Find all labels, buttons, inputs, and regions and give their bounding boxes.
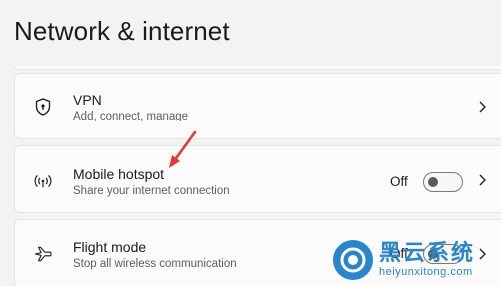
- previous-card-edge: [14, 66, 501, 70]
- shield-icon: [34, 98, 52, 116]
- flight-mode-subtitle: Stop all wireless communication: [73, 258, 237, 270]
- page-title: Network & internet: [14, 16, 230, 46]
- watermark-logo-icon: [333, 240, 373, 280]
- airplane-icon: [34, 245, 52, 263]
- mobile-hotspot-toggle[interactable]: [423, 172, 463, 192]
- vpn-setting-card[interactable]: VPN Add, connect, manage: [14, 73, 501, 139]
- watermark-brand: 黑云系统: [379, 240, 476, 265]
- vpn-subtitle: Add, connect, manage: [73, 111, 189, 121]
- vpn-title: VPN: [73, 92, 102, 108]
- mobile-hotspot-subtitle: Share your internet connection: [73, 185, 230, 197]
- watermark: 黑云系统 heiyunxitong.com: [333, 234, 501, 286]
- mobile-hotspot-toggle-state: Off: [390, 174, 408, 189]
- settings-page: Network & internet VPN Add, connect, man…: [0, 0, 501, 286]
- chevron-right-icon: [476, 174, 488, 186]
- flight-mode-title: Flight mode: [73, 239, 147, 255]
- red-arrow-icon: [169, 130, 197, 168]
- mobile-hotspot-title: Mobile hotspot: [73, 166, 165, 182]
- wireless-broadcast-icon: [34, 172, 52, 190]
- watermark-text: 黑云系统 heiyunxitong.com: [379, 242, 475, 278]
- watermark-url: heiyunxitong.com: [379, 266, 473, 278]
- toggle-knob: [428, 177, 438, 187]
- chevron-right-icon: [476, 101, 488, 113]
- mobile-hotspot-setting-card[interactable]: Mobile hotspot Share your internet conne…: [14, 145, 501, 213]
